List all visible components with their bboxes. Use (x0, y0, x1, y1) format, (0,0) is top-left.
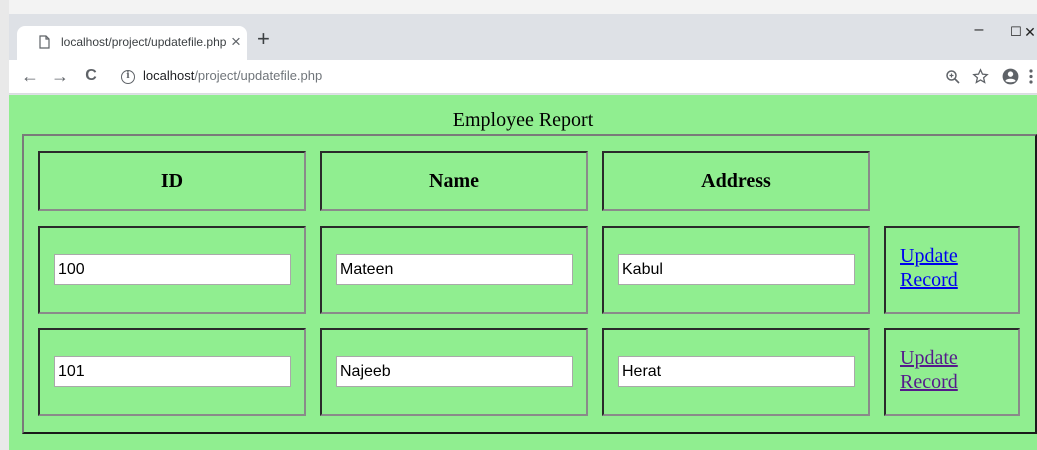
tab-title: localhost/project/updatefile.php (61, 35, 227, 49)
tab-bar: localhost/project/updatefile.php × + – ☐… (9, 14, 1037, 60)
table-cell: Update Record (884, 226, 1020, 314)
table-cell (602, 328, 870, 416)
table-cell (320, 226, 588, 314)
header-name: Name (320, 151, 588, 211)
url-text[interactable]: localhost/project/updatefile.php (143, 68, 322, 83)
table-cell (320, 328, 588, 416)
browser-window: localhost/project/updatefile.php × + – ☐… (9, 14, 1037, 450)
address-toolbar: ← → C i localhost/project/updatefile.php (9, 60, 1037, 94)
new-tab-button[interactable]: + (257, 27, 270, 51)
table-cell: Update Record (884, 328, 1020, 416)
id-field[interactable] (54, 254, 291, 285)
table-cell (38, 328, 306, 416)
address-field[interactable] (618, 254, 855, 285)
info-icon[interactable]: i (121, 70, 135, 84)
tab-active[interactable]: localhost/project/updatefile.php × (17, 26, 247, 60)
page-icon (39, 35, 50, 49)
name-field[interactable] (336, 254, 573, 285)
page-content: Employee Report ID Name Address UpdateRe… (9, 95, 1037, 450)
account-icon[interactable] (1001, 67, 1020, 86)
table-cell (38, 226, 306, 314)
forward-button[interactable]: → (49, 64, 71, 88)
update-record-link[interactable]: Update Record (900, 244, 958, 292)
page-title: Employee Report (452, 109, 594, 131)
star-icon[interactable] (972, 68, 989, 85)
id-field[interactable] (54, 356, 291, 387)
back-button[interactable]: ← (19, 64, 41, 88)
address-bar[interactable]: i localhost/project/updatefile.php (113, 63, 933, 91)
header-address: Address (602, 151, 870, 211)
menu-icon[interactable] (1028, 68, 1034, 85)
minimize-button[interactable]: – (964, 20, 994, 44)
employee-table: ID Name Address UpdateRecord (22, 134, 1037, 434)
desktop-top-strip (0, 0, 1037, 14)
close-window-button[interactable]: ✕ (1023, 23, 1037, 47)
zoom-icon[interactable] (945, 69, 961, 85)
table-cell (602, 226, 870, 314)
tab-close-icon[interactable]: × (231, 32, 241, 52)
address-field[interactable] (618, 356, 855, 387)
desktop-left-strip (0, 0, 9, 450)
name-field[interactable] (336, 356, 573, 387)
reload-button[interactable]: C (80, 64, 102, 88)
header-id: ID (38, 151, 306, 211)
update-record-link[interactable]: Update Record (900, 346, 958, 394)
